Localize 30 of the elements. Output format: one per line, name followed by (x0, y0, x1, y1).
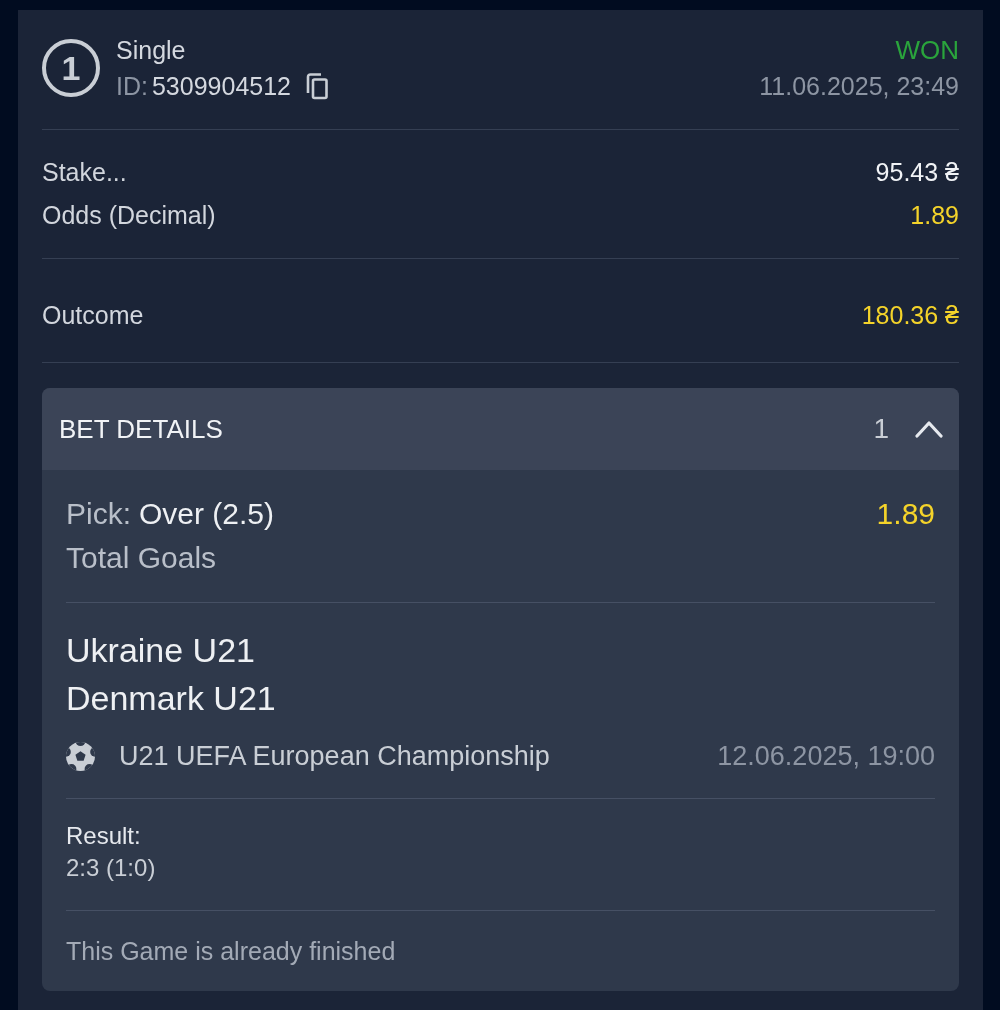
team-name: Denmark U21 (66, 678, 277, 719)
bet-details-header[interactable]: BET DETAILS 1 (42, 388, 959, 470)
football-icon (66, 741, 95, 771)
team-name: Ukraine U21 (66, 630, 256, 671)
result-label: Result: (66, 821, 142, 851)
copy-icon (305, 72, 329, 100)
bet-number: 1 (42, 39, 100, 97)
summary-label: Odds (Decimal) (42, 200, 216, 231)
id-label: ID: (116, 71, 148, 102)
outcome-value: 180.36 ₴ (861, 300, 959, 331)
selection-count: 1 (873, 412, 889, 446)
summary-label: Stake... (42, 157, 127, 188)
pick-label: Pick: (66, 496, 131, 532)
tournament-name: U21 UEFA European Championship (119, 740, 550, 773)
status-label: WON (894, 34, 959, 67)
outcome-label: Outcome (42, 300, 144, 331)
match-date: 12.06.2025, 19:00 (717, 740, 935, 773)
result-score: 2:3 (1:0) (66, 853, 157, 883)
pick-odds: 1.89 (876, 496, 935, 532)
chevron-up-icon (915, 420, 943, 438)
bet-id: 5309904512 (151, 71, 291, 102)
market-name: Total Goals (66, 540, 218, 576)
copy-button[interactable] (305, 72, 329, 100)
pick-value: Over (2.5) (139, 496, 275, 532)
bet-type: Single (116, 35, 187, 66)
section-title: BET DETAILS (59, 412, 223, 446)
placed-date: 11.06.2025, 23:49 (759, 71, 959, 102)
summary-value: 95.43 ₴ (875, 157, 959, 188)
summary-value: 1.89 (910, 200, 959, 231)
game-status-note: This Game is already finished (66, 936, 397, 967)
